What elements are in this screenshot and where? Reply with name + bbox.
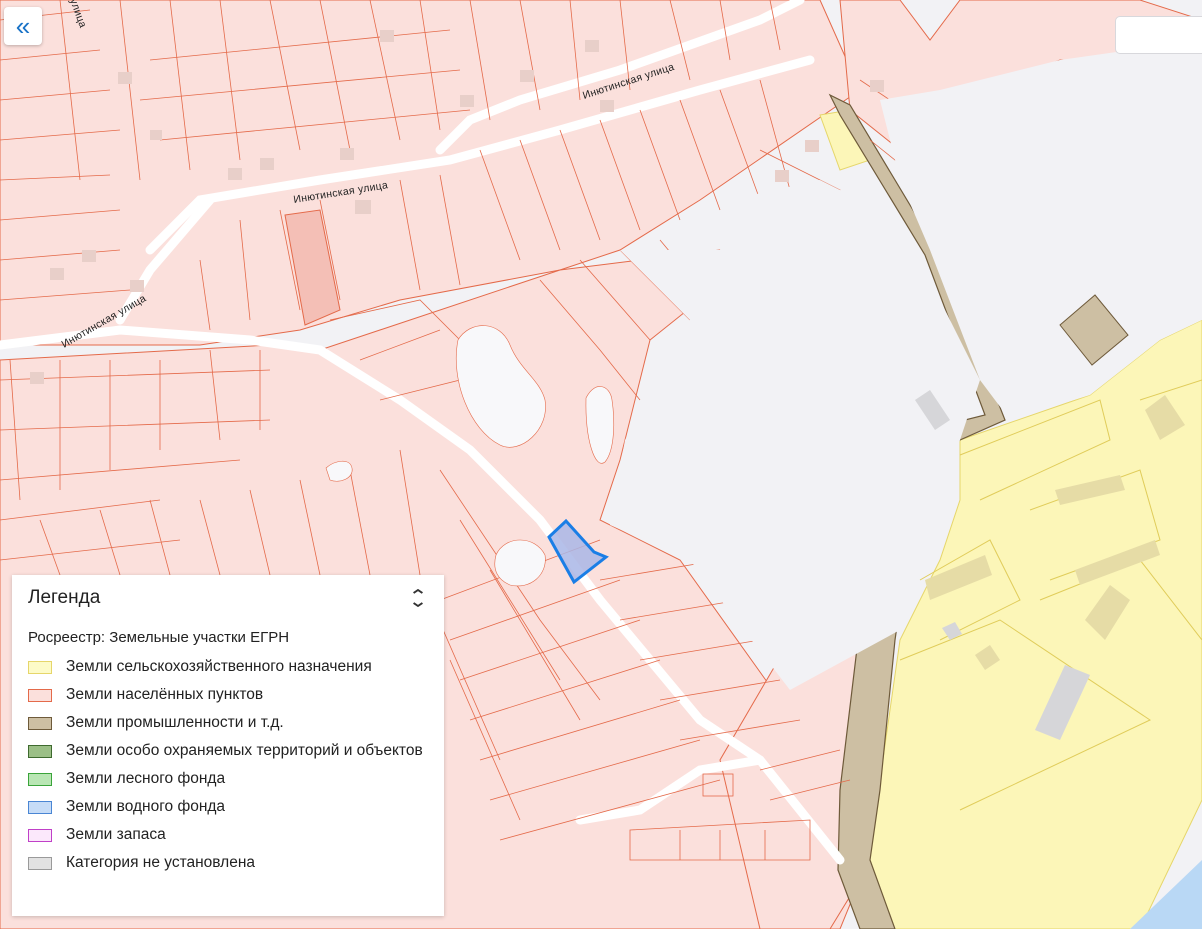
legend-swatch <box>28 661 52 674</box>
legend-item-label: Земли лесного фонда <box>66 770 226 787</box>
collapse-panel-button[interactable]: « <box>4 7 42 45</box>
legend-item: Земли запаса <box>28 824 428 846</box>
legend-item-label: Земли запаса <box>66 826 166 843</box>
legend-item-label: Земли сельскохозяйственного назначения <box>66 658 372 675</box>
legend-panel: Легенда Росреестр: Земельные участки ЕГР… <box>12 575 444 916</box>
legend-swatch <box>28 857 52 870</box>
legend-item-label: Земли населённых пунктов <box>66 686 264 703</box>
legend-item: Категория не установлена <box>28 852 428 874</box>
legend-header: Легенда <box>28 585 428 611</box>
legend-swatch <box>28 745 52 758</box>
legend-items: Земли сельскохозяйственного назначения Зе… <box>28 656 428 874</box>
double-chevron-left-icon: « <box>15 11 31 41</box>
collapse-chevrons-icon[interactable] <box>407 589 429 607</box>
legend-item-label: Земли водного фонда <box>66 798 226 815</box>
legend-item: Земли лесного фонда <box>28 768 428 790</box>
legend-item: Земли сельскохозяйственного назначения <box>28 656 428 678</box>
legend-item-label: Земли особо охраняемых территорий и объе… <box>66 742 423 759</box>
legend-subtitle: Росреестр: Земельные участки ЕГРН <box>28 629 290 646</box>
legend-item: Земли водного фонда <box>28 796 428 818</box>
search-input[interactable] <box>1115 16 1202 54</box>
legend-swatch <box>28 689 52 702</box>
legend-swatch <box>28 717 52 730</box>
legend-item: Земли промышленности и т.д. <box>28 712 428 734</box>
legend-item-label: Земли промышленности и т.д. <box>66 714 284 731</box>
legend-item: Земли населённых пунктов <box>28 684 428 706</box>
legend-item: Земли особо охраняемых территорий и объе… <box>28 740 428 762</box>
legend-swatch <box>28 773 52 786</box>
legend-title: Легенда <box>28 587 101 608</box>
legend-swatch <box>28 829 52 842</box>
legend-swatch <box>28 801 52 814</box>
legend-item-label: Категория не установлена <box>66 854 256 871</box>
